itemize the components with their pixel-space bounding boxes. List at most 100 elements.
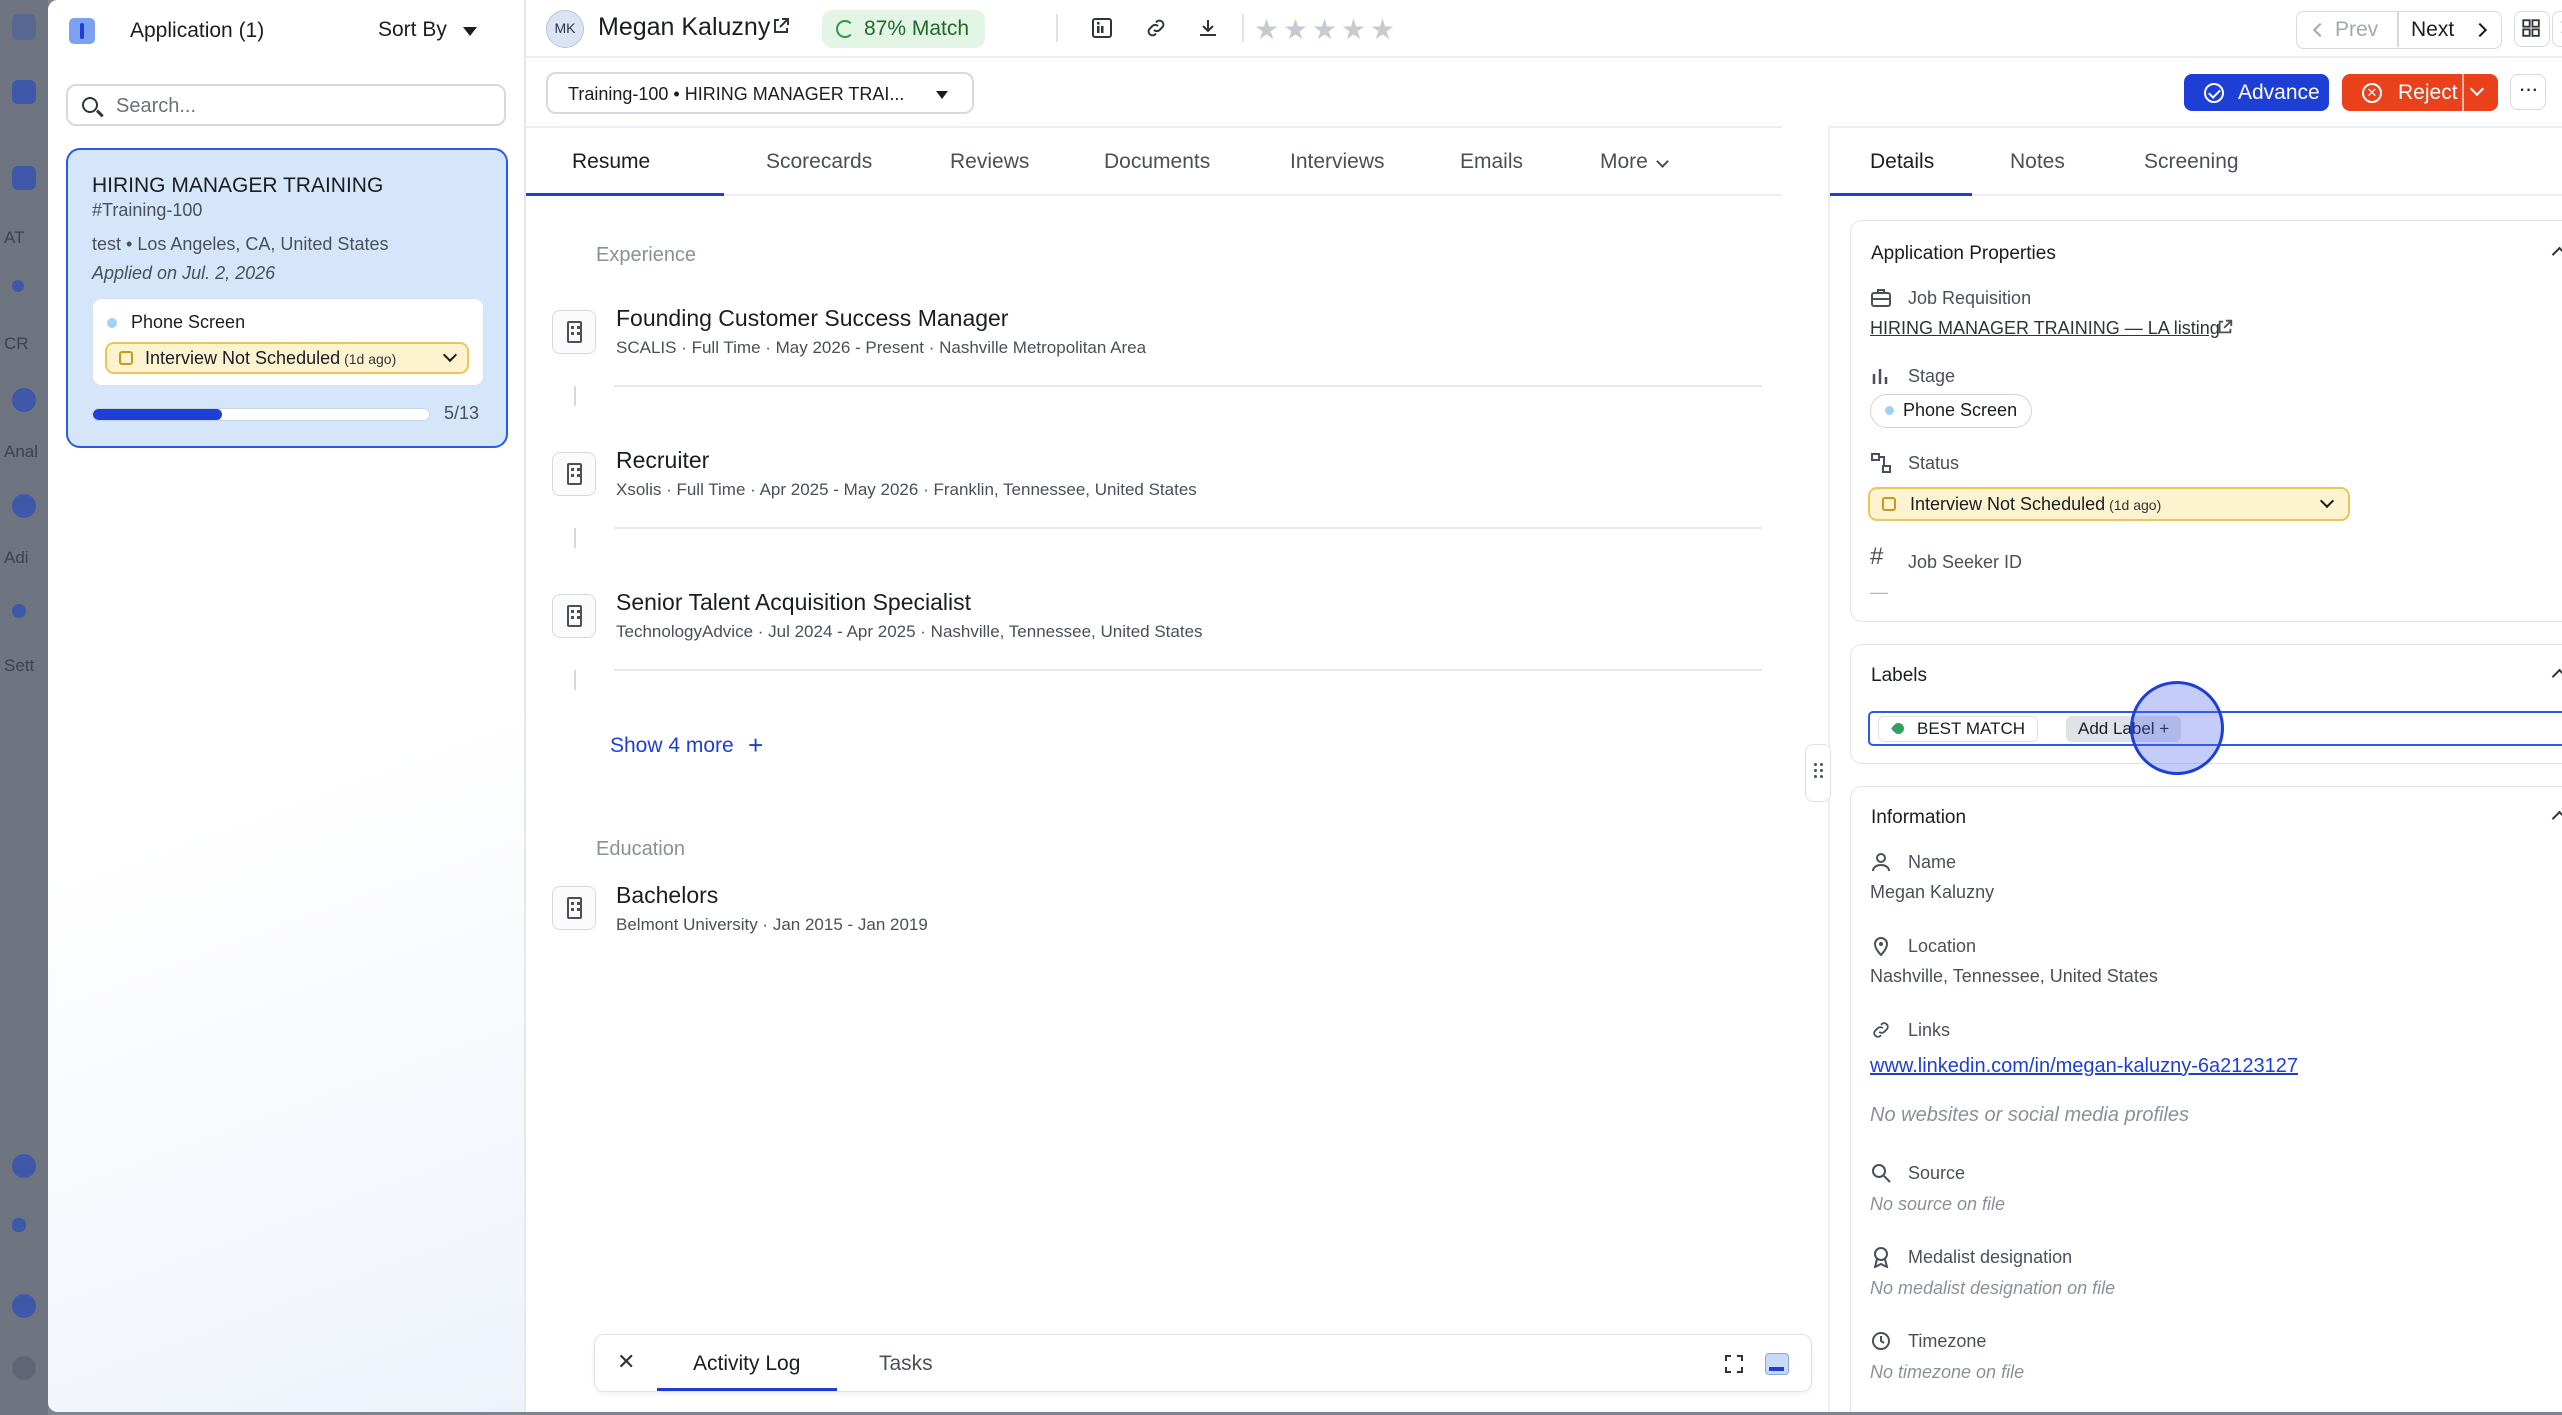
application-count-title: Application (1) bbox=[130, 19, 265, 42]
caret-down-icon[interactable] bbox=[463, 27, 477, 36]
linkedin-profile-link[interactable]: www.linkedin.com/in/megan-kaluzny-6a2123… bbox=[1870, 1055, 2298, 1078]
bg-analytics-icon bbox=[12, 388, 36, 412]
sort-by-button[interactable]: Sort By bbox=[378, 18, 447, 42]
tab-screening[interactable]: Screening bbox=[2144, 150, 2239, 174]
calendar-icon bbox=[1882, 497, 1896, 511]
clock-icon bbox=[1872, 1332, 1890, 1350]
bg-notify-icon bbox=[12, 1294, 36, 1318]
stage-progress-fill bbox=[93, 409, 223, 420]
star-icon[interactable]: ★ bbox=[1254, 13, 1279, 46]
search-input[interactable] bbox=[116, 92, 496, 120]
active-tab-indicator bbox=[526, 193, 724, 196]
show-more-button[interactable]: Show 4 more bbox=[610, 734, 734, 758]
tab-activity-log[interactable]: Activity Log bbox=[693, 1352, 800, 1376]
bg-settings-icon bbox=[12, 604, 26, 618]
chevron-left-icon bbox=[2312, 22, 2328, 38]
minimize-panel-icon[interactable] bbox=[1765, 1353, 1789, 1375]
bg-label: CR bbox=[4, 334, 29, 353]
tab-documents[interactable]: Documents bbox=[1104, 150, 1210, 174]
job-seeker-id-label: Job Seeker ID bbox=[1908, 552, 2023, 572]
card-title: Application Properties bbox=[1871, 243, 2056, 264]
plus-icon[interactable]: + bbox=[748, 731, 763, 759]
background-app-sidebar: AT CR Anal Adi Sett bbox=[0, 0, 48, 1415]
star-icon[interactable]: ★ bbox=[1312, 13, 1337, 46]
more-actions-button[interactable]: ··· bbox=[2510, 74, 2546, 110]
main-tabs: Resume Scorecards Reviews Documents Inte… bbox=[526, 126, 1782, 196]
copy-link-icon[interactable] bbox=[1144, 16, 1168, 40]
job-requisition-link[interactable]: HIRING MANAGER TRAINING — LA listing bbox=[1870, 318, 2220, 339]
experience-heading: Experience bbox=[596, 244, 697, 266]
experience-detail: Xsolis · Full Time · Apr 2025 - May 2026… bbox=[616, 480, 1197, 499]
location-label: Location bbox=[1908, 936, 1977, 956]
tab-resume[interactable]: Resume bbox=[572, 150, 650, 174]
stage-label: Stage bbox=[1908, 366, 1956, 386]
label-chip-best-match[interactable]: BEST MATCH bbox=[1878, 716, 2038, 742]
divider bbox=[614, 527, 1762, 529]
bg-label: Adi bbox=[4, 548, 29, 567]
star-icon[interactable]: ★ bbox=[1370, 13, 1395, 46]
card-status-dropdown[interactable]: Interview Not Scheduled (1d ago) bbox=[105, 342, 469, 374]
card-title: Labels bbox=[1871, 665, 1927, 686]
chevron-down-icon bbox=[442, 347, 458, 363]
links-label: Links bbox=[1908, 1020, 1951, 1040]
resize-handle-icon[interactable] bbox=[1805, 744, 1831, 802]
status-text: Interview Not Scheduled (1d ago) bbox=[1910, 494, 2161, 515]
expand-icon[interactable] bbox=[1725, 1355, 1743, 1373]
search-box bbox=[66, 84, 506, 126]
caret-down-icon bbox=[936, 91, 948, 99]
experience-title: Founding Customer Success Manager bbox=[616, 305, 1009, 331]
close-activity-button[interactable]: ✕ bbox=[617, 1349, 635, 1375]
experience-title: Senior Talent Acquisition Specialist bbox=[616, 589, 972, 615]
card-stage-name: Phone Screen bbox=[131, 312, 246, 332]
building-icon bbox=[552, 594, 596, 638]
status-value: Interview Not Scheduled bbox=[1910, 494, 2106, 514]
tab-tasks[interactable]: Tasks bbox=[879, 1352, 933, 1376]
stage-dot-icon bbox=[107, 318, 117, 328]
chevron-up-icon[interactable] bbox=[2551, 668, 2562, 685]
grid-icon bbox=[2522, 19, 2540, 37]
reject-button[interactable]: ✕ Reject bbox=[2342, 74, 2498, 111]
side-tabs: Details Notes Screening bbox=[1830, 126, 2562, 196]
tab-scorecards[interactable]: Scorecards bbox=[766, 150, 872, 174]
workflow-icon bbox=[1871, 453, 1891, 473]
prev-button[interactable]: Prev bbox=[2335, 18, 2378, 42]
tab-notes[interactable]: Notes bbox=[2010, 150, 2065, 174]
tab-more[interactable]: More bbox=[1600, 150, 1648, 174]
app-logo-icon bbox=[69, 18, 95, 44]
status-dropdown[interactable]: Interview Not Scheduled (1d ago) bbox=[1868, 487, 2350, 521]
linkedin-icon[interactable] bbox=[1090, 16, 1114, 40]
tab-details[interactable]: Details bbox=[1870, 150, 1934, 174]
star-icon[interactable]: ★ bbox=[1341, 13, 1366, 46]
card-job-id: #Training-100 bbox=[92, 200, 203, 220]
download-icon[interactable] bbox=[1196, 16, 1220, 40]
tab-interviews[interactable]: Interviews bbox=[1290, 150, 1385, 174]
location-value: Nashville, Tennessee, United States bbox=[1870, 966, 2158, 986]
layout-grid-button[interactable] bbox=[2514, 11, 2550, 47]
chevron-down-icon[interactable] bbox=[2469, 81, 2485, 97]
advance-button[interactable]: Advance bbox=[2184, 74, 2329, 111]
close-modal-button[interactable] bbox=[2552, 11, 2562, 47]
star-icon[interactable]: ★ bbox=[1283, 13, 1308, 46]
candidate-name: Megan Kaluzny bbox=[598, 13, 771, 41]
candidate-avatar: MK bbox=[546, 10, 584, 48]
application-modal: Application (1) Sort By HIRING MANAGER T… bbox=[48, 0, 2562, 1412]
tab-emails[interactable]: Emails bbox=[1460, 150, 1523, 174]
external-link-icon[interactable] bbox=[2216, 318, 2234, 336]
chevron-right-icon bbox=[2472, 22, 2488, 38]
job-selector-dropdown[interactable]: Training-100 • HIRING MANAGER TRAI... bbox=[546, 72, 974, 114]
bg-user-avatar bbox=[12, 1356, 36, 1380]
application-card[interactable]: HIRING MANAGER TRAINING #Training-100 te… bbox=[66, 148, 508, 448]
external-link-icon[interactable] bbox=[771, 16, 791, 36]
stage-chip[interactable]: Phone Screen bbox=[1870, 394, 2033, 428]
search-icon bbox=[1872, 1164, 1891, 1183]
candidate-header: MK Megan Kaluzny 87% Match ★ ★ ★ ★ ★ Pre… bbox=[526, 0, 2562, 58]
chevron-up-icon[interactable] bbox=[2551, 246, 2562, 263]
bg-help-icon bbox=[12, 1154, 36, 1178]
bar-chart-icon bbox=[1872, 369, 1888, 384]
tab-reviews[interactable]: Reviews bbox=[950, 150, 1029, 174]
next-button[interactable]: Next bbox=[2411, 18, 2454, 42]
header-divider bbox=[1242, 14, 1244, 42]
name-label: Name bbox=[1908, 852, 1957, 872]
chevron-up-icon[interactable] bbox=[2551, 810, 2562, 827]
card-location: test • Los Angeles, CA, United States bbox=[92, 234, 389, 254]
